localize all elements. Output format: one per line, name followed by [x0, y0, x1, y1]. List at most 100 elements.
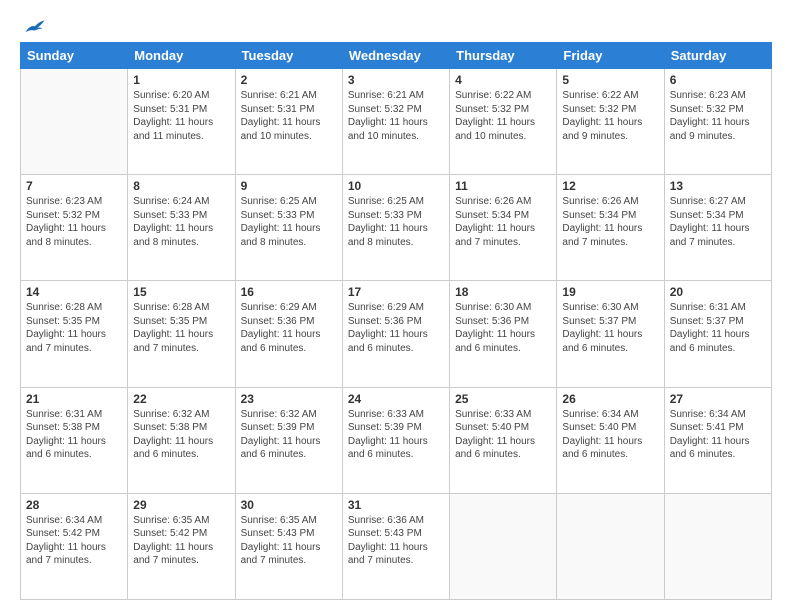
day-info: Sunrise: 6:26 AMSunset: 5:34 PMDaylight:… [455, 195, 551, 249]
day-number: 2 [241, 73, 337, 87]
calendar-cell: 26 Sunrise: 6:34 AMSunset: 5:40 PMDayligh… [557, 387, 664, 493]
day-number: 30 [241, 498, 337, 512]
calendar-cell [557, 493, 664, 599]
day-number: 17 [348, 285, 444, 299]
calendar-cell: 15 Sunrise: 6:28 AMSunset: 5:35 PMDayligh… [128, 281, 235, 387]
weekday-header-saturday: Saturday [664, 43, 771, 69]
calendar-cell: 9 Sunrise: 6:25 AMSunset: 5:33 PMDaylight… [235, 175, 342, 281]
day-info: Sunrise: 6:26 AMSunset: 5:34 PMDaylight:… [562, 195, 658, 249]
day-number: 16 [241, 285, 337, 299]
day-number: 23 [241, 392, 337, 406]
calendar-cell: 18 Sunrise: 6:30 AMSunset: 5:36 PMDayligh… [450, 281, 557, 387]
day-info: Sunrise: 6:27 AMSunset: 5:34 PMDaylight:… [670, 195, 766, 249]
day-number: 9 [241, 179, 337, 193]
day-number: 5 [562, 73, 658, 87]
day-number: 31 [348, 498, 444, 512]
calendar-cell: 30 Sunrise: 6:35 AMSunset: 5:43 PMDayligh… [235, 493, 342, 599]
weekday-header-friday: Friday [557, 43, 664, 69]
day-info: Sunrise: 6:32 AMSunset: 5:39 PMDaylight:… [241, 408, 337, 462]
calendar-cell [450, 493, 557, 599]
day-info: Sunrise: 6:23 AMSunset: 5:32 PMDaylight:… [670, 89, 766, 143]
day-info: Sunrise: 6:35 AMSunset: 5:42 PMDaylight:… [133, 514, 229, 568]
calendar-cell: 5 Sunrise: 6:22 AMSunset: 5:32 PMDaylight… [557, 69, 664, 175]
calendar-cell: 20 Sunrise: 6:31 AMSunset: 5:37 PMDayligh… [664, 281, 771, 387]
calendar-cell: 14 Sunrise: 6:28 AMSunset: 5:35 PMDayligh… [21, 281, 128, 387]
calendar-cell: 3 Sunrise: 6:21 AMSunset: 5:32 PMDaylight… [342, 69, 449, 175]
calendar-cell [21, 69, 128, 175]
calendar-cell: 2 Sunrise: 6:21 AMSunset: 5:31 PMDaylight… [235, 69, 342, 175]
calendar-cell: 25Sunrise: 6:33 AMSunset: 5:40 PMDayligh… [450, 387, 557, 493]
weekday-header-tuesday: Tuesday [235, 43, 342, 69]
day-info: Sunrise: 6:36 AMSunset: 5:43 PMDaylight:… [348, 514, 444, 568]
day-info: Sunrise: 6:34 AMSunset: 5:40 PMDaylight:… [562, 408, 658, 462]
day-number: 29 [133, 498, 229, 512]
day-number: 19 [562, 285, 658, 299]
calendar-cell: 13 Sunrise: 6:27 AMSunset: 5:34 PMDayligh… [664, 175, 771, 281]
day-info: Sunrise: 6:28 AMSunset: 5:35 PMDaylight:… [133, 301, 229, 355]
day-info: Sunrise: 6:34 AMSunset: 5:41 PMDaylight:… [670, 408, 766, 462]
day-number: 13 [670, 179, 766, 193]
day-number: 8 [133, 179, 229, 193]
calendar-cell: 12 Sunrise: 6:26 AMSunset: 5:34 PMDayligh… [557, 175, 664, 281]
day-number: 22 [133, 392, 229, 406]
calendar-cell: 4 Sunrise: 6:22 AMSunset: 5:32 PMDaylight… [450, 69, 557, 175]
calendar-cell: 29 Sunrise: 6:35 AMSunset: 5:42 PMDayligh… [128, 493, 235, 599]
day-info: Sunrise: 6:22 AMSunset: 5:32 PMDaylight:… [562, 89, 658, 143]
day-info: Sunrise: 6:33 AMSunset: 5:40 PMDaylight:… [455, 408, 551, 462]
day-info: Sunrise: 6:22 AMSunset: 5:32 PMDaylight:… [455, 89, 551, 143]
calendar-cell: 1Sunrise: 6:20 AMSunset: 5:31 PMDaylight… [128, 69, 235, 175]
weekday-header-sunday: Sunday [21, 43, 128, 69]
day-number: 27 [670, 392, 766, 406]
day-number: 20 [670, 285, 766, 299]
day-info: Sunrise: 6:24 AMSunset: 5:33 PMDaylight:… [133, 195, 229, 249]
day-info: Sunrise: 6:21 AMSunset: 5:32 PMDaylight:… [348, 89, 444, 143]
day-number: 21 [26, 392, 122, 406]
calendar-cell: 23 Sunrise: 6:32 AMSunset: 5:39 PMDayligh… [235, 387, 342, 493]
calendar-cell: 21 Sunrise: 6:31 AMSunset: 5:38 PMDayligh… [21, 387, 128, 493]
page: SundayMondayTuesdayWednesdayThursdayFrid… [0, 0, 792, 612]
day-number: 12 [562, 179, 658, 193]
day-number: 4 [455, 73, 551, 87]
calendar-cell: 24 Sunrise: 6:33 AMSunset: 5:39 PMDayligh… [342, 387, 449, 493]
calendar-cell: 31 Sunrise: 6:36 AMSunset: 5:43 PMDayligh… [342, 493, 449, 599]
logo [20, 18, 48, 36]
day-number: 3 [348, 73, 444, 87]
calendar-table: SundayMondayTuesdayWednesdayThursdayFrid… [20, 42, 772, 600]
day-number: 14 [26, 285, 122, 299]
calendar-cell: 16Sunrise: 6:29 AMSunset: 5:36 PMDayligh… [235, 281, 342, 387]
day-info: Sunrise: 6:35 AMSunset: 5:43 PMDaylight:… [241, 514, 337, 568]
day-number: 1 [133, 73, 229, 87]
calendar-cell: 22 Sunrise: 6:32 AMSunset: 5:38 PMDayligh… [128, 387, 235, 493]
day-info: Sunrise: 6:28 AMSunset: 5:35 PMDaylight:… [26, 301, 122, 355]
day-info: Sunrise: 6:32 AMSunset: 5:38 PMDaylight:… [133, 408, 229, 462]
day-number: 18 [455, 285, 551, 299]
day-info: Sunrise: 6:34 AMSunset: 5:42 PMDaylight:… [26, 514, 122, 568]
day-info: Sunrise: 6:31 AMSunset: 5:38 PMDaylight:… [26, 408, 122, 462]
calendar-cell [664, 493, 771, 599]
day-info: Sunrise: 6:30 AMSunset: 5:37 PMDaylight:… [562, 301, 658, 355]
day-number: 10 [348, 179, 444, 193]
calendar-cell: 10 Sunrise: 6:25 AMSunset: 5:33 PMDayligh… [342, 175, 449, 281]
day-number: 28 [26, 498, 122, 512]
calendar-cell: 8 Sunrise: 6:24 AMSunset: 5:33 PMDaylight… [128, 175, 235, 281]
calendar-cell: 19 Sunrise: 6:30 AMSunset: 5:37 PMDayligh… [557, 281, 664, 387]
calendar-cell: 17Sunrise: 6:29 AMSunset: 5:36 PMDayligh… [342, 281, 449, 387]
day-number: 26 [562, 392, 658, 406]
calendar-cell: 27 Sunrise: 6:34 AMSunset: 5:41 PMDayligh… [664, 387, 771, 493]
day-info: Sunrise: 6:25 AMSunset: 5:33 PMDaylight:… [348, 195, 444, 249]
day-info: Sunrise: 6:33 AMSunset: 5:39 PMDaylight:… [348, 408, 444, 462]
weekday-header-wednesday: Wednesday [342, 43, 449, 69]
header [20, 18, 772, 36]
day-info: Sunrise: 6:21 AMSunset: 5:31 PMDaylight:… [241, 89, 337, 143]
day-info: Sunrise: 6:31 AMSunset: 5:37 PMDaylight:… [670, 301, 766, 355]
calendar-cell: 28 Sunrise: 6:34 AMSunset: 5:42 PMDayligh… [21, 493, 128, 599]
day-info: Sunrise: 6:25 AMSunset: 5:33 PMDaylight:… [241, 195, 337, 249]
day-number: 24 [348, 392, 444, 406]
day-info: Sunrise: 6:23 AMSunset: 5:32 PMDaylight:… [26, 195, 122, 249]
day-number: 15 [133, 285, 229, 299]
day-number: 11 [455, 179, 551, 193]
day-info: Sunrise: 6:30 AMSunset: 5:36 PMDaylight:… [455, 301, 551, 355]
calendar-cell: 7Sunrise: 6:23 AMSunset: 5:32 PMDaylight… [21, 175, 128, 281]
calendar-cell: 6Sunrise: 6:23 AMSunset: 5:32 PMDaylight… [664, 69, 771, 175]
calendar-cell: 11 Sunrise: 6:26 AMSunset: 5:34 PMDayligh… [450, 175, 557, 281]
